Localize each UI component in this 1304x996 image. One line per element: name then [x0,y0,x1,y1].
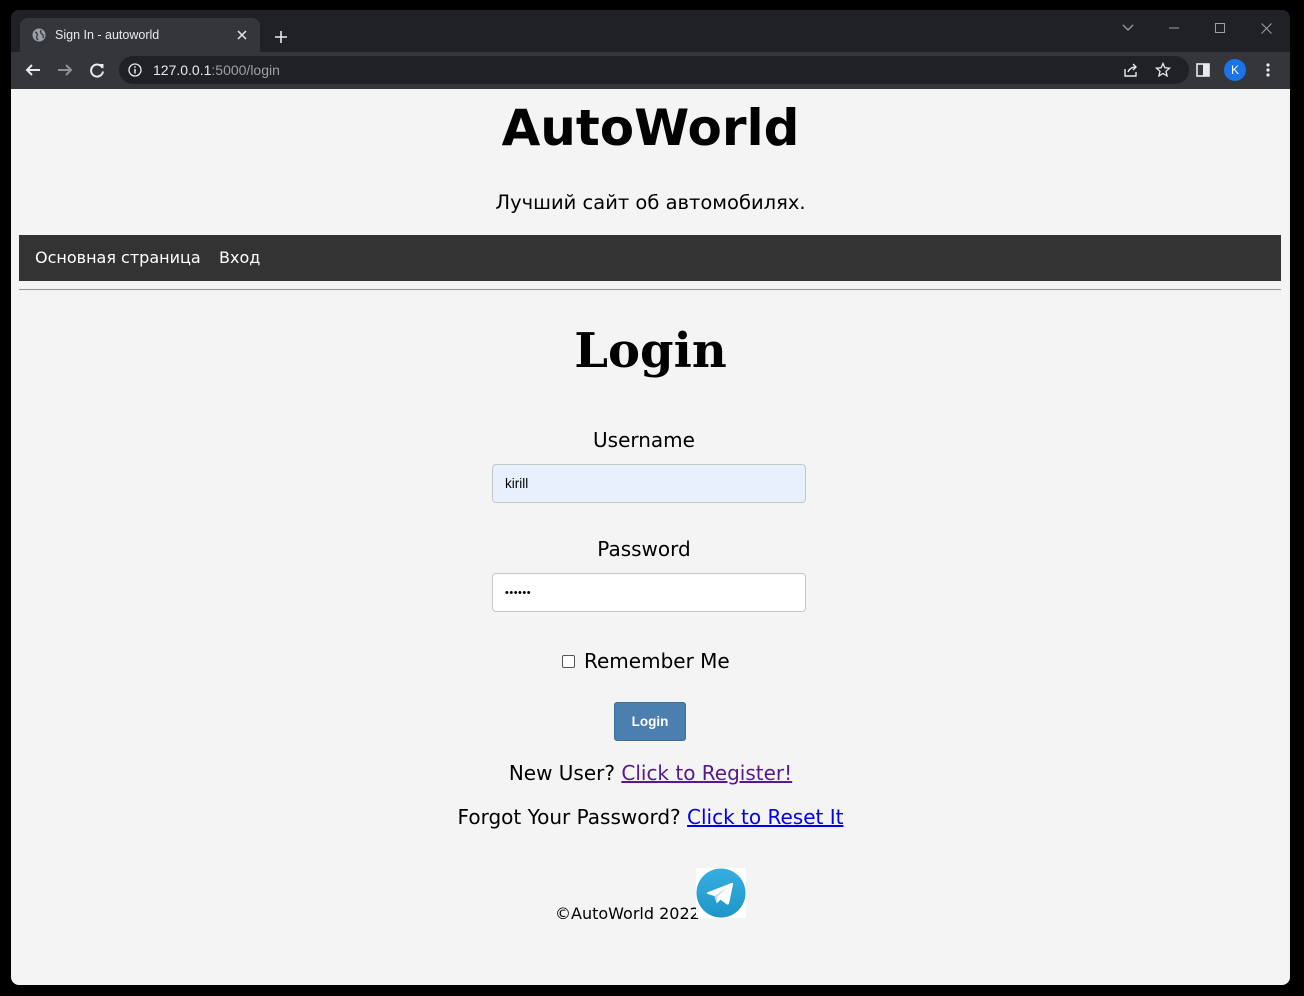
bookmark-star-icon[interactable] [1149,56,1177,84]
maximize-icon[interactable] [1197,14,1243,42]
username-label: Username [593,428,695,452]
site-tagline: Лучший сайт об автомобилях. [495,191,806,214]
forward-arrow-icon[interactable] [51,56,79,84]
password-label: Password [597,537,691,561]
reload-icon[interactable] [83,56,111,84]
close-tab-icon[interactable] [230,23,254,47]
more-menu-icon[interactable] [1254,56,1282,84]
register-line: New User? Click to Register! [11,761,1290,785]
tab-title: Sign In - autoworld [55,28,160,42]
profile-avatar[interactable]: K [1224,59,1246,81]
page-viewport: AutoWorld Лучший сайт об автомобилях. Ос… [11,89,1290,985]
reset-password-link[interactable]: Click to Reset It [687,805,843,829]
tab-sign-in[interactable]: Sign In - autoworld [20,18,260,52]
remember-me-row: Remember Me [562,649,730,673]
address-bar[interactable]: 127.0.0.1:5000/login [119,56,1189,84]
nav-link-login[interactable]: Вход [219,235,260,281]
browser-toolbar: 127.0.0.1:5000/login K [11,52,1290,88]
login-button[interactable]: Login [614,702,686,741]
remember-me-checkbox[interactable] [562,654,575,668]
password-input[interactable] [492,573,806,612]
forgot-password-text: Forgot Your Password? [457,805,681,829]
register-link[interactable]: Click to Register! [621,761,792,785]
url-host: 127.0.0.1 [153,62,212,78]
telegram-icon[interactable] [696,868,746,918]
side-panel-icon[interactable] [1189,56,1217,84]
url-path: :5000/login [211,62,280,78]
url-text: 127.0.0.1:5000/login [153,62,280,78]
globe-icon [32,28,46,42]
nav-link-home[interactable]: Основная страница [35,235,201,281]
navbar: Основная страница Вход [19,235,1281,281]
site-title: AutoWorld [501,99,800,157]
remember-me-label: Remember Me [584,649,730,673]
browser-window: Sign In - autoworld 127.0.0.1:5000/login… [11,10,1290,985]
reset-line: Forgot Your Password? Click to Reset It [11,805,1290,829]
tab-search-chevron-down-icon[interactable] [1105,14,1151,42]
username-input[interactable] [492,464,806,503]
new-user-text: New User? [508,761,615,785]
tab-strip: Sign In - autoworld [11,10,1290,52]
page-title: Login [574,323,727,379]
new-tab-icon[interactable] [267,23,295,51]
close-window-icon[interactable] [1243,14,1289,42]
copyright-text: ©AutoWorld 2022 [555,904,700,923]
divider [19,289,1281,291]
share-icon[interactable] [1117,56,1145,84]
back-arrow-icon[interactable] [19,56,47,84]
site-info-icon[interactable] [128,63,142,77]
minimize-icon[interactable] [1151,14,1197,42]
